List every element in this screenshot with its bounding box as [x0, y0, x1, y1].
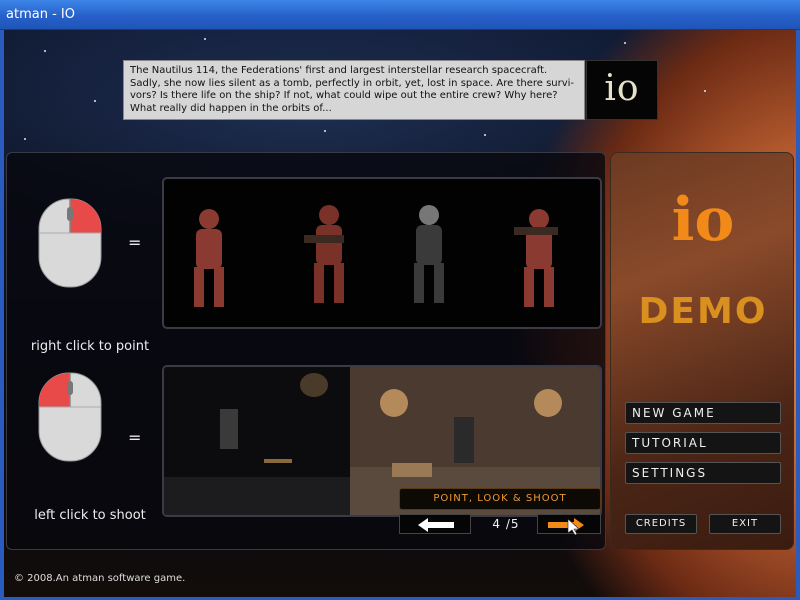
tutorial-step-title: POINT, LOOK & SHOOT [399, 488, 601, 510]
credits-button[interactable]: CREDITS [625, 514, 697, 534]
pointing-poses-image [162, 177, 602, 329]
window-frame-right [796, 30, 800, 600]
new-game-button[interactable]: NEW GAME [625, 402, 781, 424]
star [24, 138, 26, 140]
star [324, 130, 326, 132]
tutorial-button[interactable]: TUTORIAL [625, 432, 781, 454]
tutorial-panel: = right click to point = left click to s… [6, 152, 606, 550]
demo-label: DEMO [638, 291, 768, 332]
star [94, 100, 96, 102]
previous-page-button[interactable] [399, 514, 471, 534]
window-title: atman - IO [6, 7, 75, 22]
left-click-caption: left click to shoot [34, 508, 146, 523]
intro-line: What really did happen in the orbits of.… [130, 102, 332, 114]
intro-story-box: The Nautilus 114, the Federations' first… [123, 60, 585, 120]
mouse-right-click-icon [38, 193, 102, 288]
intro-line: Sadly, she now lies silent as a tomb, pe… [130, 77, 575, 89]
right-click-caption: right click to point [30, 339, 150, 354]
game-scene: The Nautilus 114, the Federations' first… [4, 30, 796, 597]
next-page-button[interactable] [537, 514, 601, 536]
intro-line: vors? Is there life on the ship? If not,… [130, 90, 558, 101]
window-titlebar[interactable]: atman - IO [0, 0, 800, 30]
star [44, 50, 46, 52]
star [204, 38, 206, 40]
star [704, 90, 706, 92]
mouse-left-click-icon [38, 372, 102, 462]
star [484, 134, 486, 136]
soldier-figures-illustration [194, 205, 558, 307]
io-logo-large-text: IO [671, 185, 735, 255]
copyright-text: © 2008.An atman software game. [14, 573, 186, 584]
settings-button[interactable]: SETTINGS [625, 462, 781, 484]
page-indicator: 4 /5 [492, 517, 520, 531]
main-menu-panel: IO DEMO NEW GAME TUTORIAL SETTINGS CREDI… [610, 152, 794, 550]
equals-sign: = [128, 428, 142, 447]
io-logo-large: IO [611, 185, 795, 255]
star [624, 42, 626, 44]
io-logo-small: IO [586, 60, 658, 120]
arrow-left-icon [418, 518, 454, 532]
exit-button[interactable]: EXIT [709, 514, 781, 534]
equals-sign: = [128, 233, 142, 252]
intro-line: The Nautilus 114, the Federations' first… [130, 65, 548, 76]
arrow-right-icon [548, 518, 584, 536]
io-logo-small-text: IO [604, 68, 640, 109]
